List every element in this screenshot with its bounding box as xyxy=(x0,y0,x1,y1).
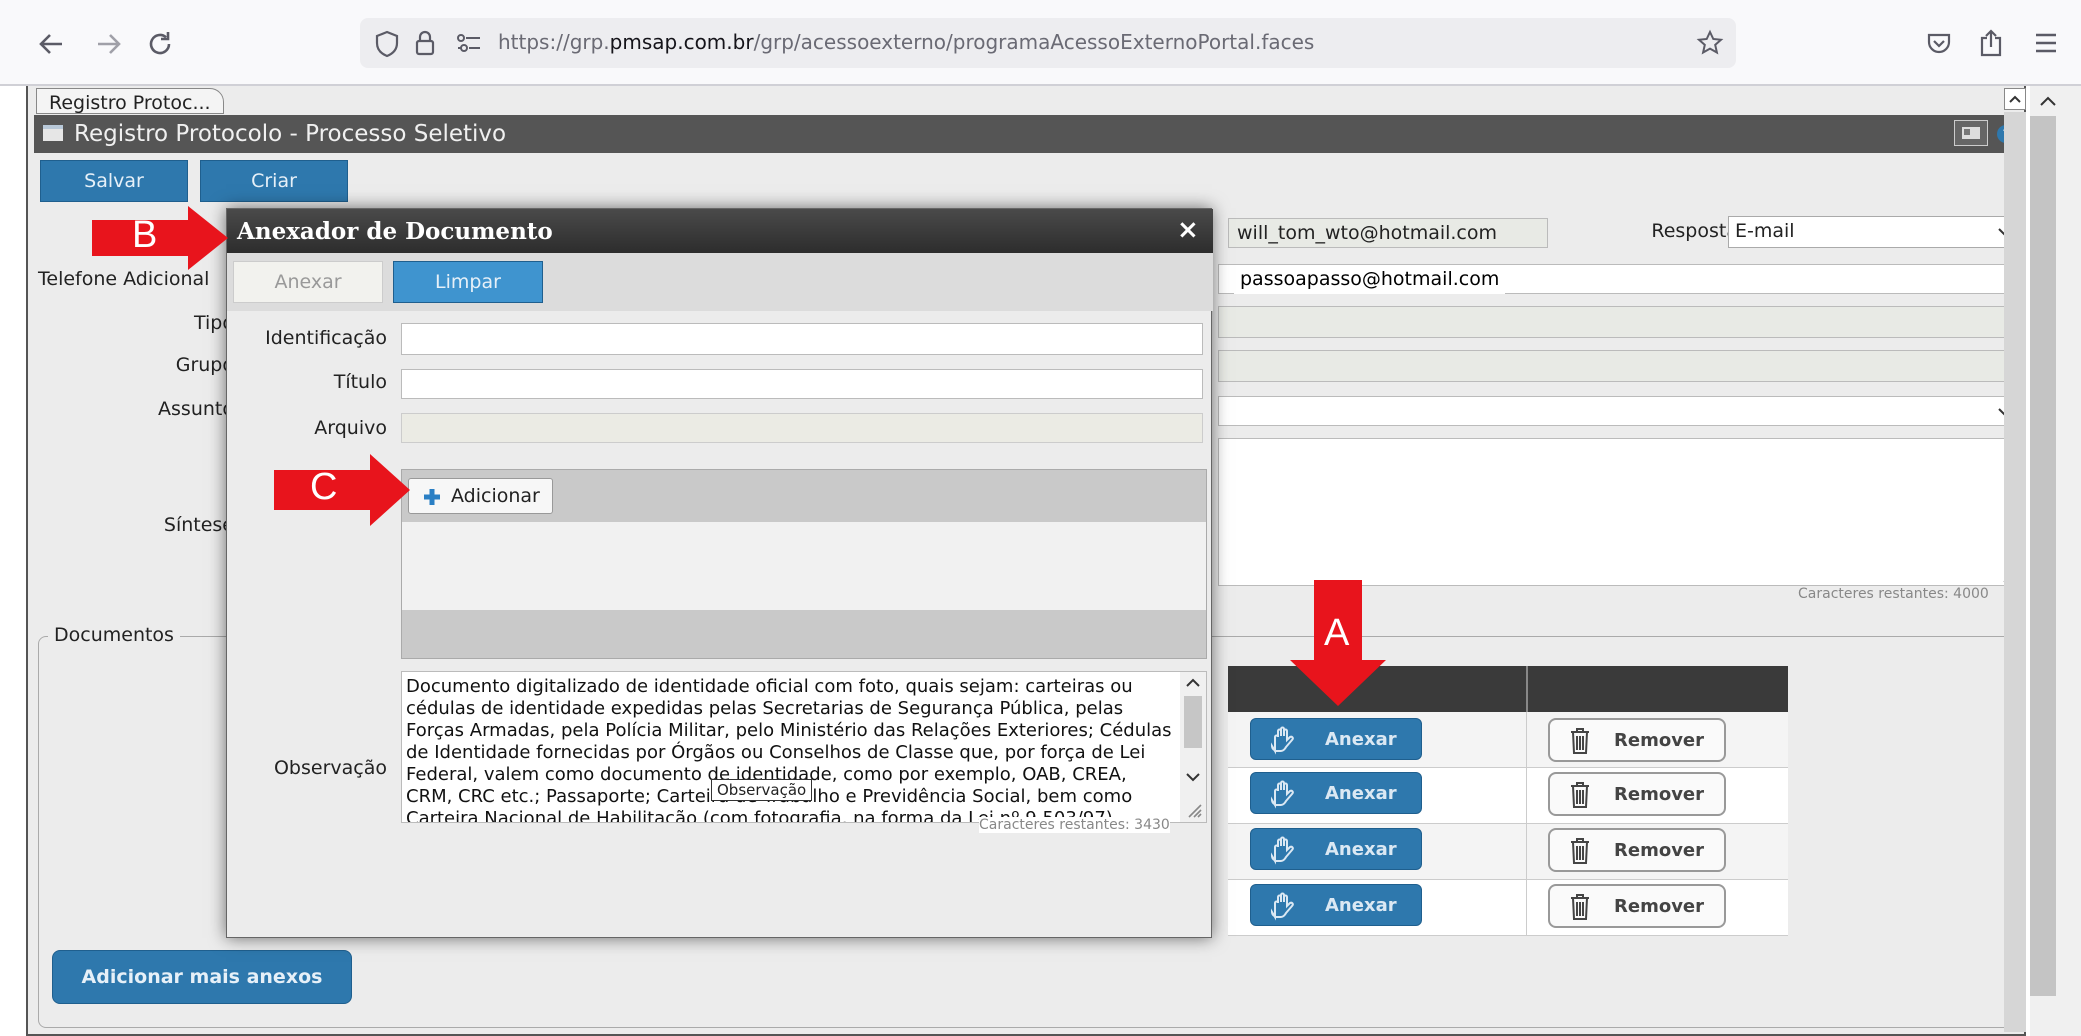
share-icon[interactable] xyxy=(1978,28,2004,58)
documentos-table: Anexar Remover Anexar Remover Anexar Rem… xyxy=(1228,666,1788,1018)
resposta-label: Resposta xyxy=(1651,220,1738,242)
remover-button[interactable]: Remover xyxy=(1548,828,1726,872)
annotation-label-c: C xyxy=(310,466,338,508)
anexar-label: Anexar xyxy=(1325,839,1397,860)
remover-button[interactable]: Remover xyxy=(1548,884,1726,928)
pocket-icon[interactable] xyxy=(1926,30,1952,56)
titulo-label: Título xyxy=(333,371,387,393)
arquivo-label: Arquivo xyxy=(314,417,387,439)
email-adicional-field[interactable]: passoapasso@hotmail.com xyxy=(1234,266,1506,294)
identificacao-input[interactable] xyxy=(401,323,1203,355)
hand-icon xyxy=(1270,780,1294,809)
remover-label: Remover xyxy=(1614,840,1705,861)
tipo-label: Tipo xyxy=(194,312,234,334)
page-title: Registro Protocolo - Processo Seletivo xyxy=(74,121,507,147)
annotation-arrow-b: B xyxy=(92,206,228,270)
sintese-textarea[interactable] xyxy=(1218,438,2020,586)
sintese-counter: Caracteres restantes: 4000 xyxy=(1798,586,1989,602)
documentos-legend: Documentos xyxy=(48,624,180,646)
browser-toolbar: https://grp.pmsap.com.br/grp/acessoexter… xyxy=(0,0,2081,86)
shield-icon[interactable] xyxy=(374,30,400,58)
remover-button[interactable]: Remover xyxy=(1548,772,1726,816)
assunto-label: Assunto xyxy=(158,398,234,420)
inner-scroll-up-icon[interactable] xyxy=(2004,88,2026,110)
observacao-counter: Caracteres restantes: 3430 xyxy=(979,817,1170,833)
resposta-value: E-mail xyxy=(1735,220,1795,242)
remover-label: Remover xyxy=(1614,784,1705,805)
permissions-icon[interactable] xyxy=(456,32,482,54)
annotation-arrow-a: A xyxy=(1290,580,1386,706)
assunto-select[interactable] xyxy=(1218,396,2020,426)
anexar-label: Anexar xyxy=(1325,783,1397,804)
anexar-label: Anexar xyxy=(1325,895,1397,916)
app-titlebar: Registro Protocolo - Processo Seletivo ? xyxy=(34,115,2020,153)
resposta-select[interactable]: E-mail xyxy=(1728,216,2020,248)
scroll-up-icon[interactable] xyxy=(2038,94,2058,108)
salvar-button[interactable]: Salvar xyxy=(40,160,188,202)
criar-button[interactable]: Criar xyxy=(200,160,348,202)
upload-panel: Adicionar xyxy=(401,469,1207,659)
observacao-label: Observação xyxy=(273,757,387,779)
identificacao-label: Identificação xyxy=(265,327,387,349)
modal-title: Anexador de Documento xyxy=(237,218,553,245)
annotation-label-a: A xyxy=(1324,612,1350,654)
url-bar[interactable]: https://grp.pmsap.com.br/grp/acessoexter… xyxy=(360,18,1736,68)
annotation-arrow-c: C xyxy=(274,454,410,526)
app-tab[interactable]: Registro Protoc... xyxy=(36,88,224,114)
plus-icon xyxy=(424,489,440,505)
telefone-label: Telefone Adicional xyxy=(38,268,210,290)
anexar-button[interactable]: Anexar xyxy=(1250,884,1422,926)
modal-toolbar: Anexar Limpar xyxy=(227,253,1213,311)
remover-label: Remover xyxy=(1614,730,1705,751)
anexar-button[interactable]: Anexar xyxy=(1250,828,1422,870)
observacao-tooltip: Observação xyxy=(711,779,813,801)
anexador-modal: Anexador de Documento × Anexar Limpar Id… xyxy=(226,208,1213,938)
menu-icon[interactable] xyxy=(2034,32,2058,54)
remover-button[interactable]: Remover xyxy=(1548,718,1726,762)
inner-scrollbar[interactable] xyxy=(2004,112,2026,1032)
grupo-label: Grupo xyxy=(175,354,234,376)
info-card-icon[interactable] xyxy=(1954,120,1988,146)
modal-header[interactable]: Anexador de Documento × xyxy=(227,209,1213,253)
bookmark-star-icon[interactable] xyxy=(1696,29,1724,57)
url-text[interactable]: https://grp.pmsap.com.br/grp/acessoexter… xyxy=(498,30,1314,54)
hand-icon xyxy=(1270,836,1294,865)
close-icon[interactable]: × xyxy=(1177,215,1199,245)
window-icon xyxy=(42,124,64,142)
annotation-label-b: B xyxy=(132,214,158,256)
observacao-scrollbar[interactable] xyxy=(1180,672,1206,822)
page-scrollbar[interactable] xyxy=(2030,86,2081,1036)
sintese-label: Síntese xyxy=(163,514,234,536)
hand-icon xyxy=(1270,726,1294,755)
grupo-field xyxy=(1218,350,2020,382)
remover-label: Remover xyxy=(1614,896,1705,917)
arquivo-input xyxy=(401,413,1203,443)
trash-icon xyxy=(1571,894,1589,920)
trash-icon xyxy=(1571,728,1589,754)
adicionar-label: Adicionar xyxy=(451,485,540,507)
limpar-button[interactable]: Limpar xyxy=(393,261,543,303)
tipo-field xyxy=(1218,306,2020,338)
trash-icon xyxy=(1571,782,1589,808)
scroll-thumb[interactable] xyxy=(2030,116,2056,996)
anexar-label: Anexar xyxy=(1325,729,1397,750)
anexar-button[interactable]: Anexar xyxy=(1250,718,1422,760)
back-icon[interactable] xyxy=(34,26,70,62)
forward-icon[interactable] xyxy=(90,26,126,62)
reload-icon[interactable] xyxy=(142,26,178,62)
chevron-up-icon[interactable] xyxy=(1185,676,1201,688)
hand-icon xyxy=(1270,892,1294,921)
lock-icon[interactable] xyxy=(414,29,436,57)
anexar-button[interactable]: Anexar xyxy=(1250,772,1422,814)
adicionar-mais-anexos-button[interactable]: Adicionar mais anexos xyxy=(52,950,352,1004)
upload-panel-footer xyxy=(402,610,1206,658)
chevron-down-icon[interactable] xyxy=(1185,772,1201,784)
titulo-input[interactable] xyxy=(401,369,1203,399)
adicionar-button[interactable]: Adicionar xyxy=(408,478,553,514)
modal-anexar-button[interactable]: Anexar xyxy=(233,261,383,303)
trash-icon xyxy=(1571,838,1589,864)
resize-grip-icon[interactable] xyxy=(1184,800,1202,818)
email-field[interactable]: will_tom_wto@hotmail.com xyxy=(1228,218,1548,248)
